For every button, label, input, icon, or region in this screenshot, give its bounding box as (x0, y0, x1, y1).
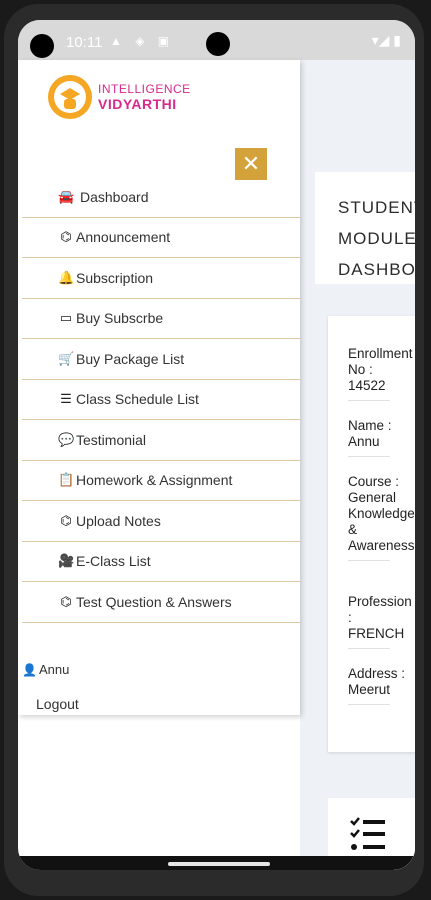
phone-frame: 10:11 ▲ ◈ ▣ ▾◢ ▮ STUDENT MODULE DASHBOAR… (4, 4, 424, 896)
home-gesture-bar[interactable] (168, 862, 270, 866)
sitemap-icon: ⌬ (60, 512, 72, 528)
info-enrollment: Enrollment No : 14522 (348, 346, 415, 401)
comments-icon: 💬 (58, 431, 75, 447)
menu-item-label: Class Schedule List (76, 391, 199, 408)
info-label: Profession : (348, 594, 412, 625)
car-icon: 🚘 (58, 188, 75, 204)
menu-item-e-class-list[interactable]: 🎥 E-Class List (22, 542, 300, 582)
menu-item-upload-notes[interactable]: ⌬ Upload Notes (22, 501, 300, 542)
menu-item-label: Test Question & Answers (76, 593, 232, 610)
user-profile[interactable]: 👤 Annu (22, 662, 69, 677)
info-label: Course : (348, 474, 400, 489)
menu-item-label: Upload Notes (76, 512, 161, 529)
menu-item-dashboard[interactable]: 🚘 Dashboard (22, 177, 300, 218)
sitemap-icon: ⌬ (60, 229, 72, 245)
clipboard-icon: 📋 (58, 472, 75, 488)
status-bar: 10:11 ▲ ◈ ▣ ▾◢ ▮ (18, 20, 415, 60)
info-profession: Profession : FRENCH (348, 594, 415, 649)
info-value: FRENCH (348, 626, 405, 641)
info-address: Address : Meerut (348, 666, 415, 705)
camera-hole (30, 34, 54, 58)
menu-item-buy-package-list[interactable]: 🛒 Buy Package List (22, 339, 300, 380)
status-time: 10:11 (66, 34, 103, 51)
info-course: Course : General Knowledge & Awareness (348, 474, 415, 561)
menu-item-test-question-answers[interactable]: ⌬ Test Question & Answers (22, 582, 300, 623)
logo-text-top: INTELLIGENCE (98, 82, 191, 96)
menu-item-label: Buy Package List (76, 350, 185, 367)
dashboard-title: STUDENT MODULE DASHBOARD (338, 198, 415, 279)
video-icon: 🎥 (58, 553, 75, 569)
menu-item-homework-assignment[interactable]: 📋 Homework & Assignment (22, 461, 300, 501)
sitemap-icon: ⌬ (60, 593, 72, 609)
list-icon: ☰ (60, 391, 72, 407)
info-label: Name : (348, 418, 392, 433)
menu-item-subscription[interactable]: 🔔 Subscription (22, 258, 300, 299)
close-drawer-button[interactable]: ✕ (235, 148, 267, 180)
logout-link[interactable]: Logout (36, 696, 79, 712)
info-label: Address : (348, 666, 406, 681)
menu-item-class-schedule-list[interactable]: ☰ Class Schedule List (22, 380, 300, 420)
credit-card-icon: ▭ (59, 310, 73, 326)
menu-item-label: Dashboard (80, 188, 149, 205)
user-icon: 👤 (22, 662, 37, 677)
status-signal-icons: ▾◢ ▮ (371, 32, 401, 48)
menu-item-label: Announcement (76, 229, 171, 246)
front-camera (206, 32, 230, 56)
info-label: Enrollment No : (348, 346, 413, 377)
info-value: Meerut (348, 682, 391, 697)
info-name: Name : Annu (348, 418, 415, 457)
menu-item-label: Subscription (76, 269, 154, 286)
screen: 10:11 ▲ ◈ ▣ ▾◢ ▮ STUDENT MODULE DASHBOAR… (18, 20, 415, 870)
logo-text-bottom: VIDYARTHI (98, 96, 177, 112)
info-value: General Knowledge & Awareness (348, 490, 415, 553)
menu-item-buy-subscribe[interactable]: ▭ Buy Subscrbe (22, 299, 300, 339)
drawer-menu: 🚘 Dashboard ⌬ Announcement 🔔 Subscriptio… (22, 177, 300, 623)
menu-item-testimonial[interactable]: 💬 Testimonial (22, 420, 300, 461)
menu-item-announcement[interactable]: ⌬ Announcement (22, 218, 300, 258)
menu-item-label: Testimonial (76, 431, 147, 448)
system-nav-bar (18, 856, 415, 870)
user-name: Annu (38, 662, 70, 677)
menu-item-label: E-Class List (76, 553, 151, 570)
info-value: 14522 (348, 378, 386, 393)
cart-icon: 🛒 (58, 350, 75, 366)
info-value: Annu (348, 434, 380, 449)
checklist-icon (350, 817, 385, 850)
navigation-drawer: INTELLIGENCE VIDYARTHI ✕ 🚘 Dashboard ⌬ A… (18, 60, 300, 715)
status-notification-icons: ▲ ◈ ▣ (110, 34, 175, 48)
menu-item-label: Buy Subscrbe (76, 310, 164, 327)
menu-item-label: Homework & Assignment (76, 472, 233, 489)
bell-icon: 🔔 (58, 269, 75, 285)
